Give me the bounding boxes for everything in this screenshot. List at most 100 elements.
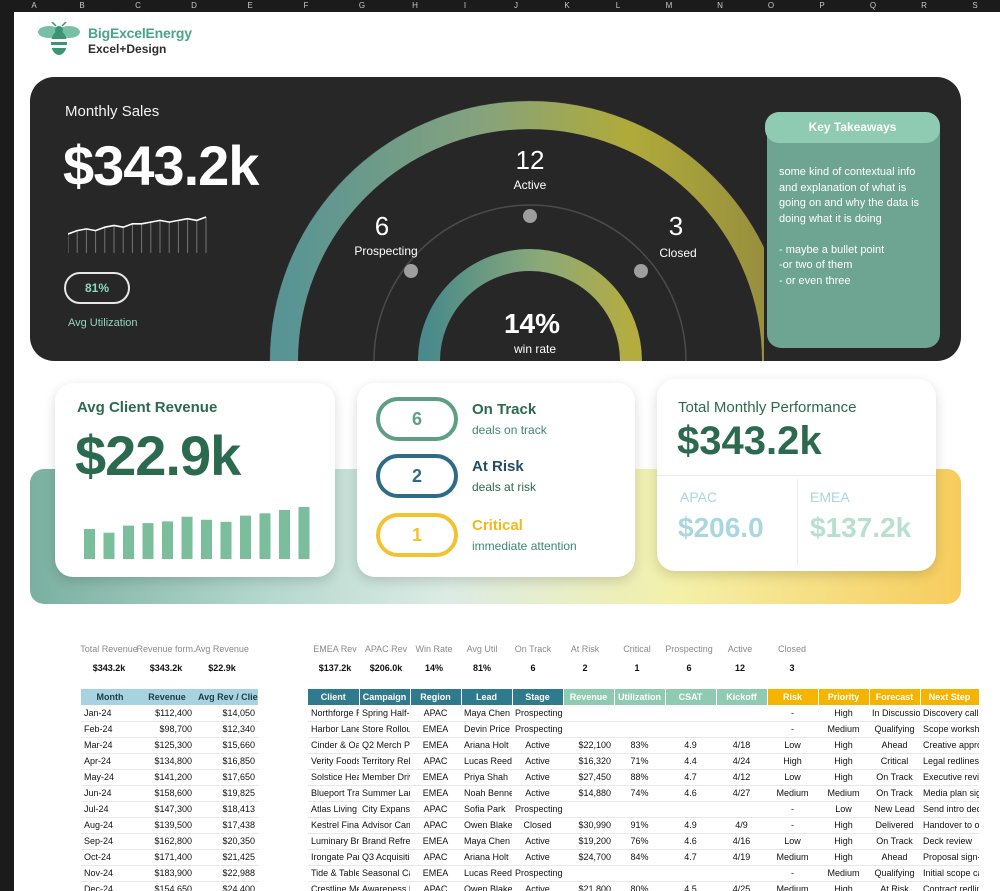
table-cell[interactable] <box>716 705 767 722</box>
table-cell[interactable]: Medium <box>767 849 818 866</box>
table-cell[interactable]: 4/18 <box>716 737 767 754</box>
table-cell[interactable]: Apr-24 <box>81 753 139 770</box>
table-cell[interactable]: - <box>767 817 818 834</box>
table-cell[interactable]: Advisor Camp <box>359 817 410 834</box>
table-cell[interactable]: Q2 Merch Pu <box>359 737 410 754</box>
table-cell[interactable]: $154,650 <box>139 881 195 891</box>
table-cell[interactable]: 4/16 <box>716 833 767 850</box>
table-cell[interactable]: 84% <box>614 849 665 866</box>
table-cell[interactable]: $162,800 <box>139 833 195 850</box>
table-cell[interactable]: High <box>818 849 869 866</box>
table-cell[interactable] <box>665 721 716 738</box>
table-cell[interactable]: High <box>818 705 869 722</box>
table-cell[interactable] <box>614 801 665 818</box>
table-cell[interactable]: Sofia Park <box>461 801 512 818</box>
column-header-m[interactable]: M <box>644 0 694 12</box>
table-cell[interactable]: $21,800 <box>563 881 614 891</box>
table-cell[interactable]: Harbor Lane <box>308 721 359 738</box>
column-header-n[interactable]: N <box>694 0 746 12</box>
table-cell[interactable]: Medium <box>818 865 869 882</box>
table-cell[interactable]: EMEA <box>410 785 461 802</box>
table-cell[interactable]: $30,990 <box>563 817 614 834</box>
table-cell[interactable]: Proposal sign-off <box>920 849 979 866</box>
table-cell[interactable]: Creative approval <box>920 737 979 754</box>
table-cell[interactable]: 4.9 <box>665 817 716 834</box>
table-cell[interactable]: APAC <box>410 849 461 866</box>
table-cell[interactable]: 4.7 <box>665 849 716 866</box>
table-cell[interactable]: Send intro deck <box>920 801 979 818</box>
column-header-e[interactable]: E <box>222 0 278 12</box>
table-cell[interactable]: 83% <box>614 737 665 754</box>
table-cell[interactable]: 4.9 <box>665 737 716 754</box>
deals-header-3[interactable]: Lead <box>461 689 513 705</box>
column-header-c[interactable]: C <box>110 0 166 12</box>
table-cell[interactable]: $18,413 <box>195 801 258 818</box>
table-cell[interactable]: Active <box>512 833 563 850</box>
table-cell[interactable]: In Discussion <box>869 705 920 722</box>
table-cell[interactable]: On Track <box>869 769 920 786</box>
table-cell[interactable]: Medium <box>818 785 869 802</box>
table-cell[interactable]: Maya Chen <box>461 833 512 850</box>
table-cell[interactable]: Luminary Bra <box>308 833 359 850</box>
table-cell[interactable]: Prospecting <box>512 865 563 882</box>
table-cell[interactable]: Active <box>512 753 563 770</box>
table-cell[interactable]: Owen Blake <box>461 817 512 834</box>
table-cell[interactable]: Deck review <box>920 833 979 850</box>
table-cell[interactable]: $125,300 <box>139 737 195 754</box>
table-cell[interactable]: Jun-24 <box>81 785 139 802</box>
table-cell[interactable]: 88% <box>614 769 665 786</box>
table-cell[interactable]: Cinder & Oak <box>308 737 359 754</box>
table-cell[interactable]: City Expansio <box>359 801 410 818</box>
table-cell[interactable] <box>614 721 665 738</box>
table-cell[interactable]: Active <box>512 785 563 802</box>
table-cell[interactable]: Critical <box>869 753 920 770</box>
table-cell[interactable]: Oct-24 <box>81 849 139 866</box>
table-cell[interactable]: High <box>818 753 869 770</box>
table-cell[interactable]: Brand Refres <box>359 833 410 850</box>
deals-header-5[interactable]: Revenue <box>563 689 615 705</box>
table-cell[interactable]: $20,350 <box>195 833 258 850</box>
table-cell[interactable]: Legal redlines <box>920 753 979 770</box>
table-cell[interactable]: Low <box>767 833 818 850</box>
table-cell[interactable]: Nov-24 <box>81 865 139 882</box>
table-cell[interactable]: Tide & Table <box>308 865 359 882</box>
table-cell[interactable]: APAC <box>410 817 461 834</box>
table-cell[interactable]: May-24 <box>81 769 139 786</box>
table-cell[interactable]: Q3 Acquisitio <box>359 849 410 866</box>
column-header-o[interactable]: O <box>746 0 796 12</box>
table-cell[interactable]: Lucas Reed <box>461 753 512 770</box>
monthly-header-2[interactable]: Avg Rev / Client <box>195 689 258 705</box>
table-cell[interactable]: - <box>767 705 818 722</box>
column-header-a[interactable]: A <box>14 0 54 12</box>
table-cell[interactable]: Devin Price <box>461 721 512 738</box>
table-cell[interactable]: $134,800 <box>139 753 195 770</box>
table-cell[interactable]: Qualifying <box>869 721 920 738</box>
table-cell[interactable]: Maya Chen <box>461 705 512 722</box>
table-cell[interactable] <box>563 705 614 722</box>
table-cell[interactable]: $147,300 <box>139 801 195 818</box>
table-cell[interactable]: Priya Shah <box>461 769 512 786</box>
monthly-header-0[interactable]: Month <box>81 689 139 705</box>
column-header-f[interactable]: F <box>278 0 334 12</box>
table-cell[interactable]: $24,400 <box>195 881 258 891</box>
table-cell[interactable]: 71% <box>614 753 665 770</box>
table-cell[interactable]: Seasonal Car <box>359 865 410 882</box>
table-cell[interactable]: Awareness D <box>359 881 410 891</box>
column-header-i[interactable]: I <box>440 0 490 12</box>
table-cell[interactable]: Active <box>512 769 563 786</box>
table-cell[interactable]: Aug-24 <box>81 817 139 834</box>
column-header-l[interactable]: L <box>592 0 644 12</box>
table-cell[interactable]: Executive review <box>920 769 979 786</box>
table-cell[interactable]: Media plan sign-off <box>920 785 979 802</box>
table-cell[interactable]: Discovery call <box>920 705 979 722</box>
table-cell[interactable]: Prospecting <box>512 801 563 818</box>
table-cell[interactable]: Ahead <box>869 849 920 866</box>
deals-header-7[interactable]: CSAT <box>665 689 717 705</box>
table-cell[interactable]: EMEA <box>410 833 461 850</box>
table-cell[interactable]: Lucas Reed <box>461 865 512 882</box>
table-cell[interactable] <box>665 865 716 882</box>
table-cell[interactable]: Spring Half-F <box>359 705 410 722</box>
table-cell[interactable]: $17,650 <box>195 769 258 786</box>
column-header-j[interactable]: J <box>490 0 542 12</box>
table-cell[interactable] <box>614 865 665 882</box>
